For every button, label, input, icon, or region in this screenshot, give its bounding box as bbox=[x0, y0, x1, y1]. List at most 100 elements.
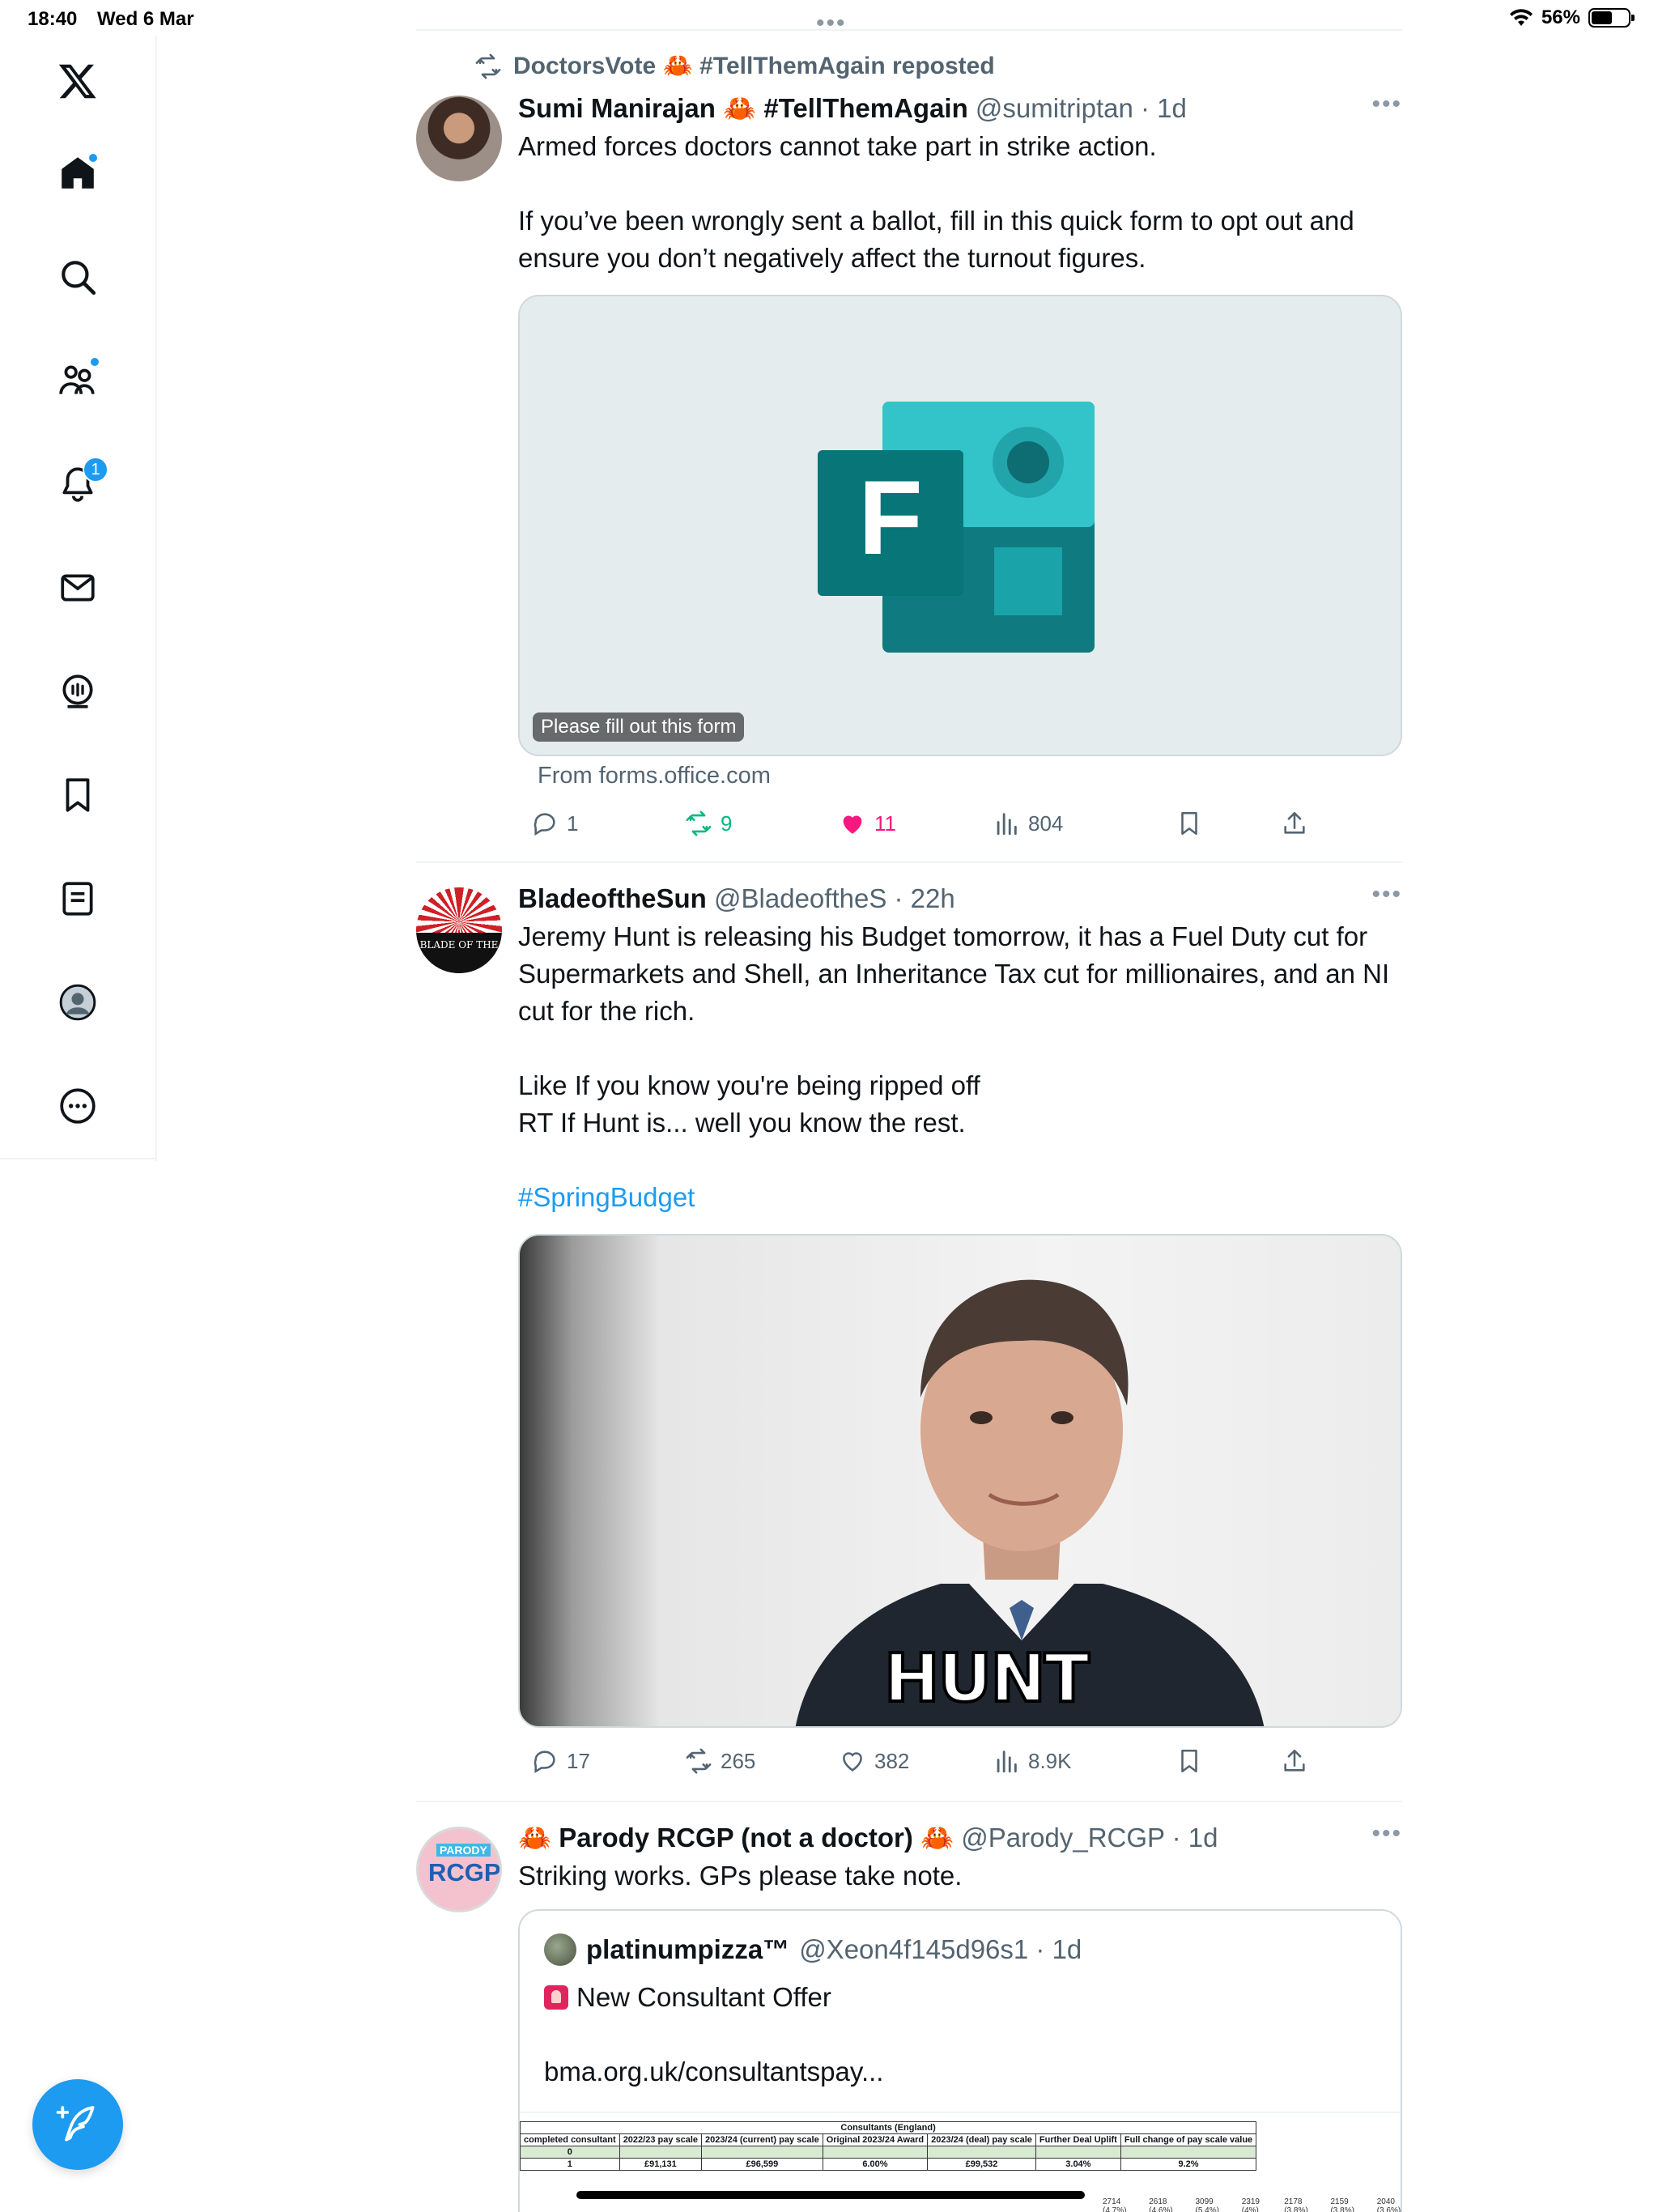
bookmark-button[interactable] bbox=[1175, 1747, 1203, 1775]
bookmarks-icon[interactable] bbox=[49, 766, 107, 824]
spaces-icon[interactable] bbox=[49, 662, 107, 721]
quoted-avatar[interactable] bbox=[544, 1933, 576, 1966]
table-header: 2022/23 pay scale bbox=[619, 2133, 703, 2146]
link-card[interactable]: F Please fill out this form bbox=[518, 295, 1402, 756]
like-count: 11 bbox=[874, 810, 896, 836]
strip-value: 2040 (3.6%) bbox=[1376, 2197, 1401, 2212]
share-icon bbox=[1284, 811, 1305, 834]
like-button[interactable]: 11 bbox=[839, 810, 896, 837]
status-date: Wed 6 Mar bbox=[97, 8, 194, 30]
quoted-author-name[interactable]: platinumpizza™ bbox=[586, 1934, 789, 1965]
table-header: 2023/24 (current) pay scale bbox=[701, 2133, 823, 2146]
quoted-text-line-1: New Consultant Offer bbox=[544, 1979, 831, 2016]
post-actions: 17 265 382 8.9K bbox=[518, 1747, 1402, 1783]
post-text: Armed forces doctors cannot take part in… bbox=[518, 131, 1354, 273]
author-handle[interactable]: @sumitriptan · 1d bbox=[976, 93, 1187, 123]
notifications-badge: 1 bbox=[83, 457, 108, 483]
author-name[interactable]: 🦀 Parody RCGP (not a doctor) 🦀 bbox=[518, 1823, 954, 1853]
more-options-icon[interactable]: ••• bbox=[1371, 881, 1402, 908]
views-button[interactable]: 8.9K bbox=[993, 1747, 1072, 1775]
divider bbox=[416, 29, 1402, 31]
post-header: 🦀 Parody RCGP (not a doctor) 🦀 @Parody_R… bbox=[518, 1820, 1402, 1856]
strip-value: 2714 (4.7%) bbox=[1103, 2197, 1127, 2212]
repost-button[interactable]: 265 bbox=[685, 1747, 755, 1775]
author-name[interactable]: Sumi Manirajan 🦀 #TellThemAgain bbox=[518, 93, 968, 123]
home-icon[interactable] bbox=[49, 144, 107, 202]
quoted-text: New Consultant Offer bbox=[576, 1982, 831, 2012]
reply-button[interactable]: 1 bbox=[531, 810, 578, 837]
communities-icon[interactable] bbox=[49, 351, 107, 410]
strip-value: 3099 (5.4%) bbox=[1195, 2197, 1219, 2212]
table-header: Full change of pay scale value bbox=[1120, 2133, 1257, 2146]
sidebar: 1 bbox=[0, 36, 157, 1161]
views-button[interactable]: 804 bbox=[993, 810, 1063, 837]
table-cell: 1 bbox=[520, 2158, 620, 2171]
table-header: 2023/24 (deal) pay scale bbox=[927, 2133, 1036, 2146]
reply-count: 1 bbox=[567, 810, 579, 836]
more-options-icon[interactable]: ••• bbox=[1371, 1820, 1402, 1848]
post-header: Sumi Manirajan 🦀 #TellThemAgain @sumitri… bbox=[518, 91, 1402, 126]
table-row-strip: 2714 (4.7%) 2618 (4.6%) 3099 (5.4%) 2319… bbox=[1103, 2197, 1401, 2212]
status-indicators: 56% bbox=[1509, 6, 1635, 29]
avatar-rcgp-label: RCGP bbox=[428, 1858, 501, 1887]
quoted-author-handle[interactable]: @Xeon4f145d96s1 · 1d bbox=[799, 1934, 1082, 1965]
hashtag-link[interactable]: #SpringBudget bbox=[518, 1179, 1402, 1216]
lists-icon[interactable] bbox=[49, 870, 107, 928]
views-icon bbox=[997, 813, 1017, 836]
repost-count: 9 bbox=[721, 810, 733, 836]
avatar-text: BLADE OF THE bbox=[416, 933, 502, 973]
quoted-post[interactable]: platinumpizza™ @Xeon4f145d96s1 · 1d New … bbox=[518, 1909, 1402, 2212]
reply-icon bbox=[534, 1750, 555, 1774]
microsoft-forms-logo: F bbox=[818, 402, 1095, 653]
share-icon bbox=[1284, 1749, 1305, 1772]
bookmark-icon bbox=[1181, 811, 1197, 836]
reply-icon bbox=[534, 813, 555, 836]
more-options-icon[interactable]: ••• bbox=[1371, 91, 1402, 118]
post-image[interactable]: HUNT bbox=[518, 1234, 1402, 1728]
repost-label[interactable]: DoctorsVote 🦀 #TellThemAgain reposted bbox=[474, 52, 995, 80]
author-name[interactable]: BladeoftheSun bbox=[518, 883, 707, 913]
notifications-icon[interactable]: 1 bbox=[49, 455, 108, 513]
home-indicator[interactable] bbox=[576, 2191, 1085, 2199]
reply-count: 17 bbox=[567, 1748, 590, 1773]
avatar[interactable]: PARODY RCGP bbox=[416, 1827, 502, 1912]
table-cell: £96,599 bbox=[701, 2158, 823, 2171]
x-logo-icon[interactable] bbox=[49, 52, 107, 110]
forms-letter: F bbox=[858, 458, 922, 576]
share-button[interactable] bbox=[1281, 810, 1308, 837]
heart-icon bbox=[843, 1752, 862, 1772]
avatar-parody-label: PARODY bbox=[436, 1844, 491, 1857]
wifi-icon bbox=[1509, 9, 1533, 26]
card-source[interactable]: From forms.office.com bbox=[538, 763, 771, 789]
avatar[interactable] bbox=[416, 96, 502, 181]
quoted-post-header: platinumpizza™ @Xeon4f145d96s1 · 1d bbox=[544, 1933, 1082, 1966]
table-cell: £91,131 bbox=[619, 2158, 703, 2171]
repost-label-text: DoctorsVote 🦀 #TellThemAgain reposted bbox=[513, 53, 995, 79]
compose-feather-icon bbox=[56, 2106, 95, 2142]
repost-icon bbox=[686, 1748, 712, 1774]
repost-count: 265 bbox=[721, 1748, 756, 1773]
divider bbox=[416, 861, 1402, 863]
author-handle[interactable]: @BladeoftheS · 22h bbox=[714, 883, 955, 913]
bookmark-button[interactable] bbox=[1175, 810, 1203, 837]
like-button[interactable]: 382 bbox=[839, 1747, 909, 1775]
repost-button[interactable]: 9 bbox=[685, 810, 732, 837]
battery-level bbox=[1592, 11, 1612, 24]
search-icon[interactable] bbox=[49, 248, 107, 306]
compose-button[interactable] bbox=[32, 2079, 123, 2170]
author-handle[interactable]: @Parody_RCGP · 1d bbox=[961, 1823, 1218, 1853]
post-text: Jeremy Hunt is releasing his Budget tomo… bbox=[518, 921, 1390, 1138]
messages-icon[interactable] bbox=[49, 559, 107, 617]
quoted-link[interactable]: bma.org.uk/consultantspay... bbox=[544, 2053, 883, 2091]
pay-table: Consultants (England) completed consulta… bbox=[520, 2121, 1257, 2171]
post-actions: 1 9 11 804 bbox=[518, 810, 1402, 845]
profile-icon[interactable] bbox=[49, 973, 107, 1032]
reply-button[interactable]: 17 bbox=[531, 1747, 590, 1775]
strip-value: 2159 (3.8%) bbox=[1330, 2197, 1354, 2212]
strip-value: 2319 (4%) bbox=[1241, 2197, 1260, 2212]
strip-value: 2178 (3.8%) bbox=[1284, 2197, 1308, 2212]
avatar[interactable]: BLADE OF THE bbox=[416, 887, 502, 973]
share-button[interactable] bbox=[1281, 1747, 1308, 1775]
timeline: DoctorsVote 🦀 #TellThemAgain reposted Su… bbox=[416, 0, 1402, 2212]
more-icon[interactable] bbox=[49, 1077, 107, 1135]
